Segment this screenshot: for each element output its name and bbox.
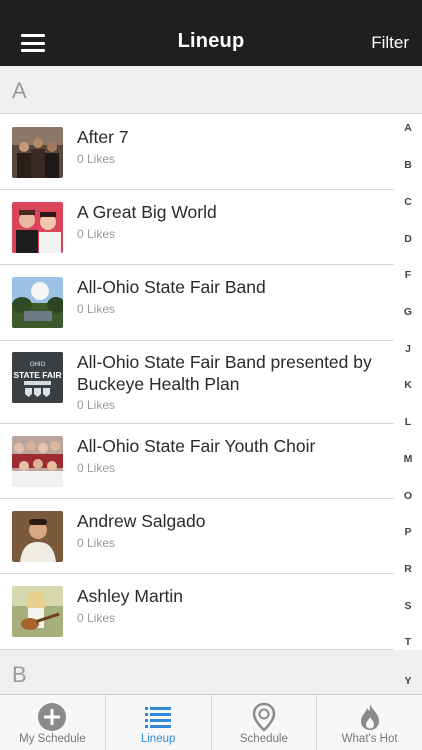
artist-thumbnail [12, 277, 63, 328]
index-letter-g[interactable]: G [394, 306, 422, 318]
app-header: Lineup Filter [0, 0, 422, 66]
index-letter-a[interactable]: A [394, 122, 422, 134]
index-letter-f[interactable]: F [394, 269, 422, 281]
page-title: Lineup [177, 30, 245, 52]
index-letter-b[interactable]: B [394, 159, 422, 171]
add-circle-icon [38, 703, 67, 731]
likes-count: 0 Likes [77, 536, 116, 550]
artist-name: All-Ohio State Fair Youth Choir [77, 436, 316, 456]
artist-name: Ashley Martin [77, 586, 184, 606]
artist-row-all-ohio-state-fair-band-buckeye[interactable]: OHIO STATE FAIR All-Ohio State Fair Band… [0, 341, 394, 424]
likes-count: 0 Likes [77, 227, 116, 241]
index-letter-k[interactable]: K [394, 379, 422, 391]
bottom-tab-bar: My Schedule Lineup Schedule What's Hot [0, 694, 422, 750]
artist-row-andrew-salgado[interactable]: Andrew Salgado 0 Likes [0, 499, 394, 574]
tab-whats-hot[interactable]: What's Hot [317, 695, 422, 750]
index-letter-c[interactable]: C [394, 196, 422, 208]
index-letter-m[interactable]: M [394, 453, 422, 465]
section-header-b: B [0, 650, 422, 695]
section-header-a: A [0, 66, 422, 114]
likes-count: 0 Likes [77, 611, 116, 625]
artist-name: Andrew Salgado [77, 511, 206, 531]
tab-my-schedule[interactable]: My Schedule [0, 695, 106, 750]
index-letter-o[interactable]: O [394, 490, 422, 502]
artist-thumbnail [12, 436, 63, 487]
artist-thumbnail [12, 127, 63, 178]
index-letter-t[interactable]: T [394, 636, 422, 648]
artist-thumbnail [12, 202, 63, 253]
index-letter-s[interactable]: S [394, 600, 422, 612]
artist-thumbnail [12, 586, 63, 637]
filter-button[interactable]: Filter [371, 33, 409, 53]
index-letter-l[interactable]: L [394, 416, 422, 428]
section-letter: A [12, 78, 27, 103]
section-letter: B [12, 662, 27, 687]
index-letter-p[interactable]: P [394, 526, 422, 538]
artist-row-ashley-martin[interactable]: Ashley Martin 0 Likes [0, 574, 394, 650]
likes-count: 0 Likes [77, 398, 116, 412]
artist-thumbnail: OHIO STATE FAIR [12, 352, 63, 403]
artist-name: A Great Big World [77, 202, 217, 222]
alphabet-index[interactable]: A B C D F G J K L M O P R S T Y [394, 114, 422, 694]
state-fair-logo-icon: OHIO STATE FAIR [12, 352, 63, 403]
svg-text:OHIO: OHIO [30, 362, 46, 368]
artist-name: After 7 [77, 127, 129, 147]
index-letter-d[interactable]: D [394, 233, 422, 245]
flame-icon [360, 704, 379, 730]
artist-name: All-Ohio State Fair Band [77, 277, 266, 297]
tab-schedule[interactable]: Schedule [212, 695, 318, 750]
likes-count: 0 Likes [77, 152, 116, 166]
list-icon [145, 707, 172, 728]
artist-row-after-7[interactable]: After 7 0 Likes [0, 114, 394, 190]
artist-thumbnail [12, 511, 63, 562]
artist-row-all-ohio-state-fair-band[interactable]: All-Ohio State Fair Band 0 Likes [0, 265, 394, 341]
index-letter-r[interactable]: R [394, 563, 422, 575]
artist-name: All-Ohio State Fair Band presented by Bu… [77, 352, 372, 394]
index-letter-j[interactable]: J [394, 343, 422, 355]
likes-count: 0 Likes [77, 302, 116, 316]
svg-text:STATE FAIR: STATE FAIR [13, 370, 61, 380]
artist-row-youth-choir[interactable]: All-Ohio State Fair Youth Choir 0 Likes [0, 424, 394, 499]
tab-label: Schedule [239, 733, 288, 745]
tab-label: What's Hot [341, 733, 398, 745]
index-letter-y[interactable]: Y [394, 675, 422, 687]
likes-count: 0 Likes [77, 461, 116, 475]
location-pin-icon [252, 702, 276, 732]
artist-row-a-great-big-world[interactable]: A Great Big World 0 Likes [0, 190, 394, 265]
tab-label: Lineup [140, 733, 176, 745]
tab-lineup[interactable]: Lineup [106, 695, 212, 750]
tab-label: My Schedule [19, 733, 86, 745]
